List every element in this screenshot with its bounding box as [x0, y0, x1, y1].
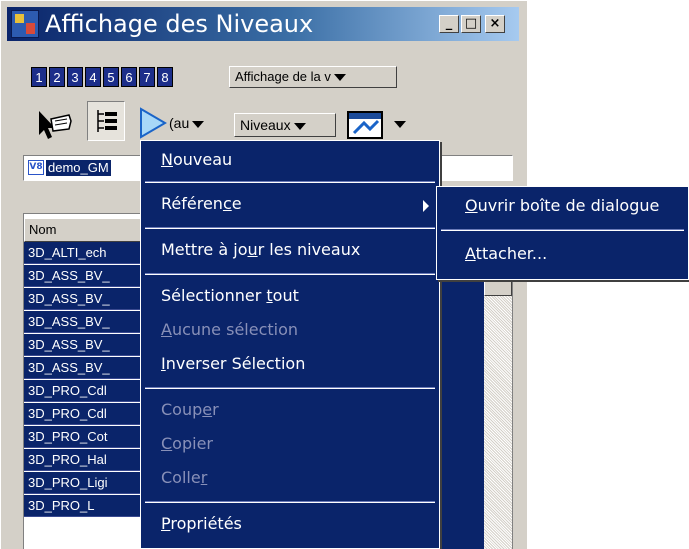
list-item[interactable]: 3D_PRO_Cot	[24, 426, 142, 448]
filter-dropdown[interactable]: (au	[169, 115, 205, 131]
reference-submenu: Ouvrir boîte de dialogue Attacher...	[436, 186, 689, 280]
view-button-3[interactable]: 3	[67, 67, 83, 87]
close-icon: ×	[489, 16, 501, 31]
list-item[interactable]: 3D_PRO_Ligi	[24, 472, 142, 494]
app-icon[interactable]	[11, 10, 39, 38]
submenu-item-open-dialog[interactable]: Ouvrir boîte de dialogue	[437, 189, 688, 225]
menu-item-cut: Couper	[161, 400, 219, 419]
menu-separator	[145, 273, 435, 275]
menu-item-paste: Coller	[161, 468, 208, 487]
view-button-8[interactable]: 8	[157, 67, 173, 87]
menu-item-select-all[interactable]: Sélectionner tout	[141, 279, 439, 315]
list-item[interactable]: 3D_ASS_BV_	[24, 311, 142, 333]
column-header-name[interactable]: Nom	[24, 218, 142, 242]
minimize-icon: _	[445, 16, 453, 31]
list-item[interactable]: 3D_ASS_BV_	[24, 265, 142, 287]
level-tree-icon	[97, 110, 117, 132]
level-tree-button[interactable]	[87, 101, 125, 141]
level-display-icon[interactable]	[35, 107, 75, 143]
list-item[interactable]: 3D_ASS_BV_	[24, 357, 142, 379]
list-item[interactable]: 3D_PRO_L	[24, 495, 142, 517]
view-button-6[interactable]: 6	[121, 67, 137, 87]
view-button-7[interactable]: 7	[139, 67, 155, 87]
submenu-item-attach[interactable]: Attacher...	[437, 237, 688, 273]
menu-item-update-levels[interactable]: Mettre à jour les niveaux	[141, 233, 439, 269]
menu-item-nouveau[interactable]: Nouveau	[141, 143, 439, 179]
filter-value: (au	[169, 115, 190, 131]
list-item[interactable]: 3D_ALTI_ech	[24, 242, 142, 264]
display-mode-value: Affichage de la v	[235, 69, 331, 84]
window-title: Affichage des Niveaux	[45, 10, 314, 38]
view-button-1[interactable]: 1	[31, 67, 47, 87]
menu-item-invert-selection[interactable]: Inverser Sélection	[141, 347, 439, 383]
menu-separator	[441, 229, 684, 231]
menu-item-properties[interactable]: Propriétés	[141, 507, 439, 543]
list-item[interactable]: 3D_PRO_Cdl	[24, 403, 142, 425]
menu-separator	[145, 387, 435, 389]
chevron-down-icon	[192, 120, 205, 128]
list-item[interactable]: 3D_ASS_BV_	[24, 288, 142, 310]
title-bar[interactable]: Affichage des Niveaux _ □ ×	[7, 7, 519, 41]
close-button[interactable]: ×	[485, 15, 505, 33]
list-item[interactable]: 3D_PRO_Cdl	[24, 380, 142, 402]
context-menu: Nouveau Référence Mettre à jour les nive…	[140, 140, 440, 549]
menu-item-reference[interactable]: Référence	[141, 187, 439, 223]
display-mode-dropdown[interactable]: Affichage de la v	[229, 66, 397, 88]
levels-dropdown[interactable]: Niveaux	[234, 113, 336, 137]
menu-separator	[145, 181, 435, 183]
list-item[interactable]: 3D_ASS_BV_	[24, 334, 142, 356]
filter-icon[interactable]	[137, 107, 169, 139]
menu-separator	[145, 501, 435, 503]
menu-item-select-none: Aucune sélection	[161, 320, 299, 339]
menu-separator	[145, 227, 435, 229]
chevron-down-icon	[293, 122, 306, 130]
view-button-5[interactable]: 5	[103, 67, 119, 87]
menu-item-copy: Copier	[161, 434, 213, 453]
levels-value: Niveaux	[240, 117, 291, 133]
list-item[interactable]: 3D_PRO_Hal	[24, 449, 142, 471]
file-name: demo_GM	[46, 160, 111, 176]
submenu-arrow-icon	[423, 200, 429, 212]
minimize-button[interactable]: _	[439, 15, 459, 33]
chevron-down-icon[interactable]	[394, 121, 406, 128]
level-manager-icon[interactable]	[346, 109, 386, 141]
view-button-4[interactable]: 4	[85, 67, 101, 87]
maximize-icon: □	[464, 16, 478, 31]
view-button-2[interactable]: 2	[49, 67, 65, 87]
maximize-button[interactable]: □	[461, 15, 481, 33]
chevron-down-icon	[333, 74, 346, 82]
v8-file-icon: V8	[28, 160, 44, 175]
